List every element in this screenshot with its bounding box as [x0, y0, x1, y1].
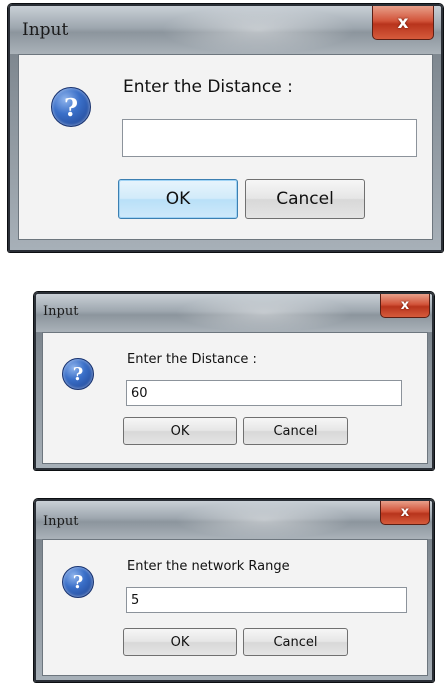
cancel-button[interactable]: Cancel	[243, 417, 348, 445]
input-dialog-distance-empty: Input x ? Enter the Distance : OK Cancel	[8, 4, 443, 252]
cancel-button[interactable]: Cancel	[243, 628, 348, 656]
input-dialog-network-range: Input x ? Enter the network Range OK Can…	[34, 499, 434, 682]
ok-button[interactable]: OK	[118, 179, 238, 219]
close-button[interactable]: x	[372, 6, 434, 40]
question-icon: ?	[51, 87, 91, 127]
dialog-body: ? Enter the Distance : OK Cancel	[18, 54, 433, 240]
dialog-title: Input	[43, 304, 79, 319]
dialog-body: ? Enter the network Range OK Cancel	[42, 539, 428, 676]
cancel-button[interactable]: Cancel	[245, 179, 365, 219]
prompt-label: Enter the Distance :	[127, 352, 257, 367]
ok-button[interactable]: OK	[123, 417, 237, 445]
prompt-label: Enter the Distance :	[123, 77, 293, 97]
distance-input[interactable]	[122, 119, 417, 157]
dialog-title: Input	[43, 514, 79, 529]
close-button[interactable]: x	[380, 501, 430, 525]
title-bar[interactable]: Input	[36, 501, 432, 539]
close-icon: x	[400, 505, 410, 520]
network-range-input[interactable]	[126, 587, 407, 613]
question-icon: ?	[62, 358, 94, 390]
close-icon: x	[397, 12, 409, 33]
dialog-title: Input	[22, 20, 69, 40]
ok-button[interactable]: OK	[123, 628, 237, 656]
title-bar-glare	[174, 294, 353, 332]
question-icon: ?	[62, 566, 94, 598]
title-bar-glare	[160, 6, 355, 54]
close-button[interactable]: x	[380, 294, 430, 318]
title-bar[interactable]: Input	[36, 294, 432, 332]
distance-input[interactable]	[126, 380, 402, 406]
dialog-body: ? Enter the Distance : OK Cancel	[42, 332, 428, 464]
close-icon: x	[400, 298, 410, 313]
prompt-label: Enter the network Range	[127, 559, 290, 574]
title-bar-glare	[174, 501, 353, 539]
input-dialog-distance-filled: Input x ? Enter the Distance : OK Cancel	[34, 292, 434, 470]
